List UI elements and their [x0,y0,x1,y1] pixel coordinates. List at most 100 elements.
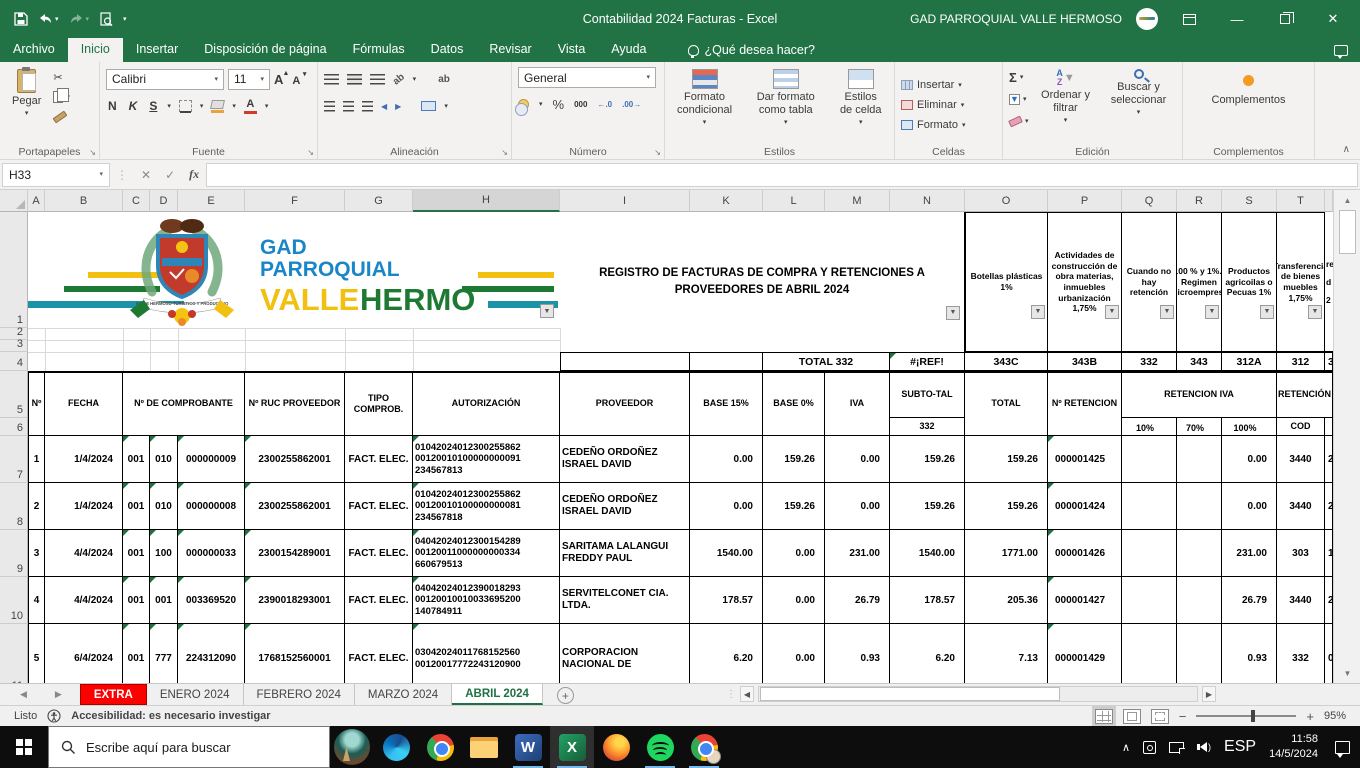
cell-ret100-11[interactable]: 0.93 [1222,624,1277,683]
cell-comp1-11[interactable]: 001 [123,624,150,683]
col-header-g[interactable]: G [345,190,413,212]
align-center-icon[interactable] [343,101,354,112]
cell-base15-7[interactable]: 0.00 [690,436,763,483]
vertical-scrollbar[interactable]: ▲ ▼ [1333,190,1360,683]
col-header-a[interactable]: A [28,190,45,212]
row-header-8[interactable]: 8 [0,483,28,530]
taskbar-search[interactable]: Escribe aquí para buscar [48,726,330,768]
cell-base0-9[interactable]: 0.00 [763,530,825,577]
cell-retencion-10[interactable]: 000001427 [1048,577,1122,624]
sheet-tab-marzo[interactable]: MARZO 2024 [355,684,452,705]
sheet-tab-abril-active[interactable]: ABRIL 2024 [452,684,543,705]
language-indicator[interactable]: ESP [1224,738,1256,756]
cell-code-343[interactable]: 343 [1177,352,1222,371]
cell-total-332[interactable]: TOTAL 332 [763,352,890,371]
col-header-t[interactable]: T [1277,190,1325,212]
scroll-down-icon[interactable]: ▼ [1339,665,1356,681]
header-70[interactable]: 70% [1177,418,1222,436]
number-format-select[interactable]: General▾ [518,67,656,88]
header-subtotal[interactable]: SUBTO-TAL [890,371,965,418]
cell-tipo-10[interactable]: FACT. ELEC. [345,577,413,624]
insert-cells-button[interactable]: Insertar▾ [901,77,996,94]
tray-app-icon[interactable] [1143,741,1156,754]
cell-ret70-7[interactable] [1177,436,1222,483]
cell-K4[interactable] [690,352,763,371]
cell-code-332[interactable]: 332 [1122,352,1177,371]
restore-button[interactable] [1268,0,1302,38]
taskbar-clock[interactable]: 11:58 14/5/2024 [1269,732,1318,762]
page-layout-view-icon[interactable] [1123,709,1141,724]
col-header-o[interactable]: O [965,190,1048,212]
font-dialog-launcher-icon[interactable]: ↘ [307,148,314,157]
cell-total-11[interactable]: 7.13 [965,624,1048,683]
col-header-m[interactable]: M [825,190,890,212]
cell-ret100-7[interactable]: 0.00 [1222,436,1277,483]
cut-button[interactable]: ✂ [53,69,70,85]
clear-button[interactable]: ▾ [1009,113,1029,129]
row-header-5[interactable]: 5 [0,371,28,418]
row-header-4[interactable]: 4 [0,352,28,371]
header-autorizacion[interactable]: AUTORIZACIÓN [413,371,560,436]
number-dialog-launcher-icon[interactable]: ↘ [654,148,661,157]
col-header-c[interactable]: C [123,190,150,212]
cell-ret100-10[interactable]: 26.79 [1222,577,1277,624]
paste-button[interactable]: Pegar ▾ [6,67,47,143]
filter-icon[interactable]: ▼ [1205,305,1219,319]
cell-ret70-9[interactable] [1177,530,1222,577]
decrease-indent-icon[interactable]: ◀ [381,102,387,111]
cell-proveedor-11[interactable]: CORPORACIONNACIONAL DE [560,624,690,683]
taskbar-item-explorer[interactable] [462,726,506,768]
header-cod-partial[interactable] [1325,418,1333,436]
cell-iva-8[interactable]: 0.00 [825,483,890,530]
cell-comp2-10[interactable]: 001 [150,577,178,624]
cell-ruc-9[interactable]: 2300154289001 [245,530,345,577]
font-name-select[interactable]: Calibri▾ [106,69,224,90]
col-header-q[interactable]: Q [1122,190,1177,212]
ribbon-display-options-icon[interactable] [1172,0,1206,38]
name-box[interactable]: H33▾ [2,163,110,187]
cell-ruc-7[interactable]: 2300255862001 [245,436,345,483]
cell-base15-8[interactable]: 0.00 [690,483,763,530]
action-center-icon[interactable] [1335,741,1350,754]
fill-color-button[interactable] [211,100,224,113]
cell-tipo-9[interactable]: FACT. ELEC. [345,530,413,577]
col-header-h-selected[interactable]: H [413,190,560,212]
cell-fecha-7[interactable]: 1/4/2024 [45,436,123,483]
tab-datos[interactable]: Datos [418,38,477,62]
cell-cod-11[interactable]: 332 [1277,624,1325,683]
clipped-column-cell[interactable]: red2 [1325,212,1333,352]
wrap-text-icon[interactable]: ab [438,74,450,85]
zoom-out-icon[interactable]: − [1179,709,1187,724]
cat-header-botellas[interactable]: Botellas plásticas 1%▼ [965,212,1048,352]
taskbar-item-word[interactable]: W [506,726,550,768]
header-base0[interactable]: BASE 0% [763,371,825,436]
cell-ruc-11[interactable]: 1768152560001 [245,624,345,683]
horizontal-scroll-thumb[interactable] [760,687,1060,701]
cell-ruc-10[interactable]: 2390018293001 [245,577,345,624]
header-cod[interactable]: COD [1277,418,1325,436]
cell-cod-7[interactable]: 3440 [1277,436,1325,483]
underline-caret-icon[interactable]: ▾ [167,103,171,110]
align-top-icon[interactable] [324,74,339,85]
cell-fecha-10[interactable]: 4/4/2024 [45,577,123,624]
col-header-k[interactable]: K [690,190,763,212]
cell-base0-7[interactable]: 159.26 [763,436,825,483]
cell-subtotal-11[interactable]: 6.20 [890,624,965,683]
underline-button[interactable]: S [147,99,159,113]
accessibility-icon[interactable] [47,709,61,723]
increase-indent-icon[interactable]: ▶ [395,102,401,111]
cell-edge-11[interactable]: 0 [1325,624,1333,683]
borders-caret-icon[interactable]: ▾ [200,103,204,110]
col-header-p[interactable]: P [1048,190,1122,212]
header-proveedor[interactable]: PROVEEDOR [560,371,690,436]
hidden-icons-chevron[interactable]: ∧ [1122,741,1130,754]
cell-comp2-7[interactable]: 010 [150,436,178,483]
cell-code-312[interactable]: 312 [1277,352,1325,371]
tell-me-search[interactable]: ¿Qué desea hacer? [688,38,816,62]
borders-icon[interactable] [179,100,192,112]
header-100[interactable]: 100% [1222,418,1277,436]
cell-autorizacion-10[interactable]: 0404202401239001829300120010010033695200… [413,577,560,624]
taskbar-item-firefox[interactable] [594,726,638,768]
logo-cell[interactable]: VALLE HERMOSO TURÍSTICO Y PRODUCTIVO GAD… [28,212,560,328]
cell-code-343b[interactable]: 343B [1048,352,1122,371]
